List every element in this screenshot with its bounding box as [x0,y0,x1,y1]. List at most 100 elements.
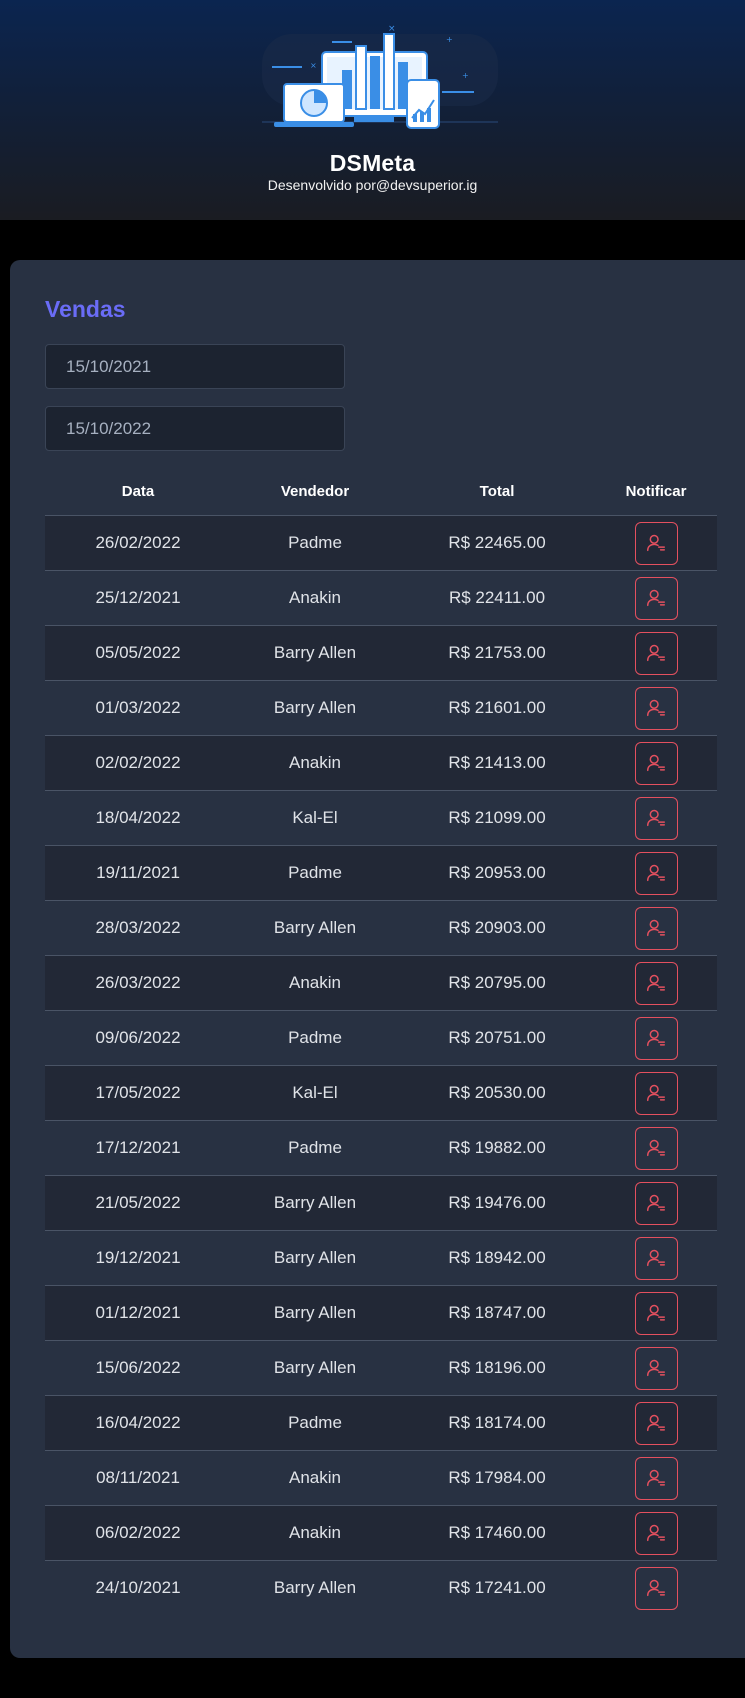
app-title: DSMeta [329,150,416,176]
sale-total: R$ 21753.00 [399,625,595,681]
sale-seller: Kal-El [231,1065,399,1121]
sale-date: 17/05/2022 [45,1065,231,1121]
sale-date: 06/02/2022 [45,1505,231,1561]
column-header-total: Total [399,467,595,516]
notify-button[interactable] [634,796,678,840]
notify-button[interactable] [634,1291,678,1335]
notify-button[interactable] [634,1071,678,1115]
sale-date: 19/12/2021 [45,1230,231,1286]
table-row: 24/10/2021 Barry Allen R$ 17241.00 [45,1560,717,1615]
sale-total: R$ 17241.00 [399,1560,595,1615]
sale-seller: Padme [231,1395,399,1451]
sale-total: R$ 21413.00 [399,735,595,791]
sale-notify-cell [595,1560,717,1615]
sale-seller: Barry Allen [231,680,399,736]
sale-seller: Barry Allen [231,1230,399,1286]
sale-total: R$ 19476.00 [399,1175,595,1231]
sale-notify-cell [595,570,717,626]
column-header-date: Data [45,467,231,516]
table-row: 18/04/2022 Kal-El R$ 21099.00 [45,790,717,846]
sale-date: 05/05/2022 [45,625,231,681]
user-notify-icon [645,587,667,609]
table-row: 17/12/2021 Padme R$ 19882.00 [45,1120,717,1176]
table-row: 16/04/2022 Padme R$ 18174.00 [45,1395,717,1451]
user-notify-icon [645,1192,667,1214]
min-date-input[interactable] [45,344,345,389]
sale-total: R$ 20903.00 [399,900,595,956]
sale-notify-cell [595,955,717,1011]
table-row: 26/03/2022 Anakin R$ 20795.00 [45,955,717,1011]
sale-seller: Anakin [231,1505,399,1561]
notify-button[interactable] [634,521,678,565]
notify-button[interactable] [634,961,678,1005]
sale-date: 18/04/2022 [45,790,231,846]
analytics-dashboard-illustration-icon: × × + + [262,24,498,129]
user-notify-icon [645,1357,667,1379]
sales-card: Vendas Data Vendedor Total Notificar 26/… [10,260,745,1658]
table-header-row: Data Vendedor Total Notificar [45,467,717,516]
notify-button[interactable] [634,906,678,950]
notify-button[interactable] [634,1126,678,1170]
column-header-notify: Notificar [595,467,717,516]
sale-total: R$ 18174.00 [399,1395,595,1451]
sale-date: 24/10/2021 [45,1560,231,1615]
app-header: × × + + DSMeta Desenvolvido por@devsuper… [0,0,745,220]
notify-button[interactable] [634,1401,678,1445]
table-row: 28/03/2022 Barry Allen R$ 20903.00 [45,900,717,956]
notify-button[interactable] [634,851,678,895]
table-row: 06/02/2022 Anakin R$ 17460.00 [45,1505,717,1561]
sale-notify-cell [595,900,717,956]
notify-button[interactable] [634,631,678,675]
notify-button[interactable] [634,1511,678,1555]
sale-notify-cell [595,1175,717,1231]
notify-button[interactable] [634,1456,678,1500]
sale-seller: Barry Allen [231,900,399,956]
sale-notify-cell [595,1065,717,1121]
user-notify-icon [645,917,667,939]
sale-notify-cell [595,1395,717,1451]
notify-button[interactable] [634,1566,678,1610]
sale-date: 26/03/2022 [45,955,231,1011]
sale-seller: Anakin [231,1450,399,1506]
sale-notify-cell [595,1010,717,1066]
table-row: 25/12/2021 Anakin R$ 22411.00 [45,570,717,626]
sale-total: R$ 17460.00 [399,1505,595,1561]
notify-button[interactable] [634,1016,678,1060]
notify-button[interactable] [634,576,678,620]
table-row: 02/02/2022 Anakin R$ 21413.00 [45,735,717,791]
notify-button[interactable] [634,741,678,785]
sale-notify-cell [595,515,717,571]
notify-button[interactable] [634,686,678,730]
app-subtitle: Desenvolvido por@devsuperior.ig [267,177,478,193]
sale-total: R$ 17984.00 [399,1450,595,1506]
user-notify-icon [645,862,667,884]
user-notify-icon [645,1467,667,1489]
sale-date: 28/03/2022 [45,900,231,956]
sale-notify-cell [595,1450,717,1506]
svg-text:×: × [310,61,317,70]
max-date-input[interactable] [45,406,345,451]
sale-total: R$ 22411.00 [399,570,595,626]
sale-total: R$ 20953.00 [399,845,595,901]
sale-date: 01/03/2022 [45,680,231,736]
sale-total: R$ 20795.00 [399,955,595,1011]
sale-notify-cell [595,735,717,791]
table-row: 17/05/2022 Kal-El R$ 20530.00 [45,1065,717,1121]
sale-seller: Kal-El [231,790,399,846]
user-notify-icon [645,1412,667,1434]
sale-seller: Barry Allen [231,625,399,681]
sale-date: 21/05/2022 [45,1175,231,1231]
user-notify-icon [645,972,667,994]
sale-date: 15/06/2022 [45,1340,231,1396]
user-notify-icon [645,1027,667,1049]
user-notify-icon [645,532,667,554]
notify-button[interactable] [634,1181,678,1225]
sale-notify-cell [595,1230,717,1286]
sale-date: 02/02/2022 [45,735,231,791]
sale-seller: Anakin [231,570,399,626]
sale-total: R$ 20751.00 [399,1010,595,1066]
notify-button[interactable] [634,1236,678,1280]
table-row: 19/11/2021 Padme R$ 20953.00 [45,845,717,901]
sale-seller: Anakin [231,735,399,791]
notify-button[interactable] [634,1346,678,1390]
